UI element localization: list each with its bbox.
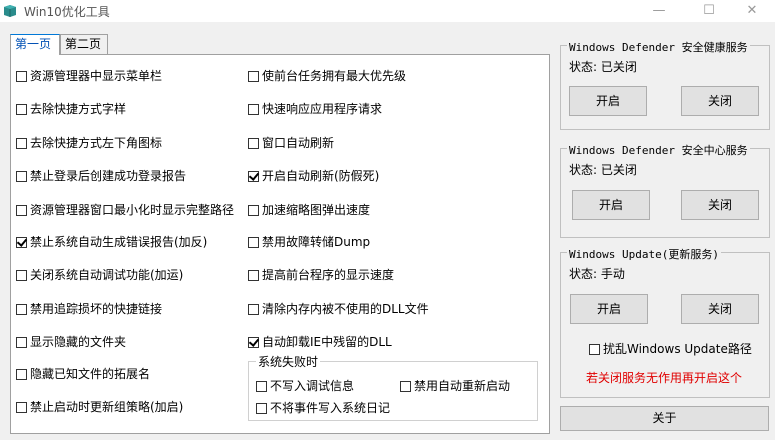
checkbox-box[interactable] [256, 381, 267, 392]
system-failure-group-title: 系统失败时 [256, 353, 321, 370]
minimize-button[interactable]: — [636, 0, 682, 22]
checkbox-box[interactable] [16, 369, 27, 380]
app-icon [4, 5, 16, 17]
checkbox-label: 禁用故障转储Dump [262, 235, 371, 249]
checkbox-disable-dump[interactable]: 禁用故障转储Dump [248, 234, 370, 250]
checkbox-disable-login-report[interactable]: 禁止登录后创建成功登录报告 [16, 168, 186, 184]
checkbox-label: 清除内存内被不使用的DLL文件 [262, 302, 429, 316]
tab-page-1[interactable]: 第一页 [10, 34, 60, 55]
service-title: Windows Defender 安全中心服务 [567, 142, 750, 158]
checkbox-unload-ie-dll[interactable]: 自动卸载IE中残留的DLL [248, 334, 392, 350]
checkbox-label: 扰乱Windows Update路径 [603, 342, 752, 356]
checkbox-box[interactable] [16, 138, 27, 149]
checkbox-box[interactable] [248, 237, 259, 248]
checkbox-label: 禁用追踪损坏的快捷链接 [30, 302, 163, 316]
checkbox-full-path-minimized[interactable]: 资源管理器窗口最小化时显示完整路径 [16, 202, 234, 218]
checkbox-label: 禁止启动时更新组策略(加启) [30, 400, 184, 414]
checkbox-show-menubar[interactable]: 资源管理器中显示菜单栏 [16, 68, 162, 84]
checkbox-box[interactable] [16, 71, 27, 82]
defender-center-service-group: Windows Defender 安全中心服务 状态: 已关闭 开启 关闭 [560, 142, 770, 238]
checkbox-auto-refresh-anti-freeze[interactable]: 开启自动刷新(防假死) [248, 168, 379, 184]
checkbox-disable-error-report[interactable]: 禁止系统自动生成错误报告(加反) [16, 234, 207, 250]
checkbox-label: 资源管理器窗口最小化时显示完整路径 [30, 203, 235, 217]
checkbox-box[interactable] [16, 171, 27, 182]
checkbox-thumbnail-speed[interactable]: 加速缩略图弹出速度 [248, 202, 370, 218]
checkbox-foreground-priority[interactable]: 使前台任务拥有最大优先级 [248, 68, 406, 84]
window-title: Win10优化工具 [24, 5, 110, 19]
checkbox-label: 使前台任务拥有最大优先级 [262, 69, 407, 83]
defender-health-service-group: Windows Defender 安全健康服务 状态: 已关闭 开启 关闭 [560, 39, 770, 130]
checkbox-label: 去除快捷方式左下角图标 [30, 136, 163, 150]
checkbox-box[interactable] [16, 270, 27, 281]
checkbox-disable-gpupdate[interactable]: 禁止启动时更新组策略(加启) [16, 399, 183, 415]
checkbox-clear-unused-dll[interactable]: 清除内存内被不使用的DLL文件 [248, 301, 429, 317]
checkbox-label: 自动卸载IE中残留的DLL [262, 335, 392, 349]
checkbox-label: 禁止系统自动生成错误报告(加反) [30, 235, 208, 249]
checkbox-box[interactable] [248, 337, 259, 348]
checkbox-box[interactable] [16, 337, 27, 348]
about-button[interactable]: 关于 [560, 406, 769, 431]
checkbox-box[interactable] [248, 205, 259, 216]
title-bar: Win10优化工具 — ☐ ✕ [0, 0, 775, 22]
windows-update-stop-button[interactable]: 关闭 [681, 294, 759, 324]
checkbox-disable-auto-debug[interactable]: 关闭系统自动调试功能(加运) [16, 267, 183, 283]
defender-health-start-button[interactable]: 开启 [569, 86, 647, 116]
checkbox-box[interactable] [248, 304, 259, 315]
checkbox-box[interactable] [16, 237, 27, 248]
checkbox-show-hidden-folders[interactable]: 显示隐藏的文件夹 [16, 334, 126, 350]
checkbox-box[interactable] [248, 71, 259, 82]
checkbox-label: 开启自动刷新(防假死) [262, 169, 380, 183]
service-status: 状态: 手动 [569, 267, 625, 281]
checkbox-no-debug-info[interactable]: 不写入调试信息 [256, 378, 354, 394]
checkbox-box[interactable] [248, 104, 259, 115]
checkbox-remove-shortcut-text[interactable]: 去除快捷方式字样 [16, 101, 126, 117]
checkbox-scramble-update-path[interactable]: 扰乱Windows Update路径 [589, 341, 752, 357]
checkbox-label: 禁止登录后创建成功登录报告 [30, 169, 187, 183]
checkbox-box[interactable] [248, 138, 259, 149]
checkbox-label: 去除快捷方式字样 [30, 102, 127, 116]
checkbox-disable-link-tracking[interactable]: 禁用追踪损坏的快捷链接 [16, 301, 162, 317]
checkbox-box[interactable] [256, 403, 267, 414]
checkbox-window-auto-refresh[interactable]: 窗口自动刷新 [248, 135, 334, 151]
service-title: Windows Update(更新服务) [567, 246, 721, 262]
checkbox-box[interactable] [400, 381, 411, 392]
checkbox-foreground-display-speed[interactable]: 提高前台程序的显示速度 [248, 267, 394, 283]
service-status: 状态: 已关闭 [569, 60, 637, 74]
service-status: 状态: 已关闭 [569, 163, 637, 177]
checkbox-box[interactable] [16, 205, 27, 216]
checkbox-label: 快速响应应用程序请求 [262, 102, 383, 116]
checkbox-label: 加速缩略图弹出速度 [262, 203, 371, 217]
checkbox-hide-extensions[interactable]: 隐藏已知文件的拓展名 [16, 366, 150, 382]
checkbox-box[interactable] [248, 171, 259, 182]
checkbox-label: 资源管理器中显示菜单栏 [30, 69, 163, 83]
checkbox-label: 提高前台程序的显示速度 [262, 268, 395, 282]
service-title: Windows Defender 安全健康服务 [567, 39, 750, 55]
close-button[interactable]: ✕ [729, 0, 775, 22]
checkbox-box[interactable] [16, 402, 27, 413]
checkbox-label: 不写入调试信息 [270, 379, 355, 393]
defender-health-stop-button[interactable]: 关闭 [681, 86, 759, 116]
defender-center-start-button[interactable]: 开启 [572, 190, 650, 220]
checkbox-no-event-log[interactable]: 不将事件写入系统日记 [256, 400, 390, 416]
checkbox-label: 禁用自动重新启动 [414, 379, 511, 393]
checkbox-label: 隐藏已知文件的拓展名 [30, 367, 151, 381]
windows-update-start-button[interactable]: 开启 [570, 294, 648, 324]
warning-text: 若关闭服务无作用再开启这个 [586, 371, 743, 385]
checkbox-fast-response[interactable]: 快速响应应用程序请求 [248, 101, 382, 117]
checkbox-box[interactable] [589, 344, 600, 355]
checkbox-label: 窗口自动刷新 [262, 136, 335, 150]
maximize-button[interactable]: ☐ [686, 0, 732, 22]
defender-center-stop-button[interactable]: 关闭 [681, 190, 759, 220]
checkbox-label: 不将事件写入系统日记 [270, 401, 391, 415]
checkbox-box[interactable] [16, 304, 27, 315]
checkbox-label: 显示隐藏的文件夹 [30, 335, 127, 349]
checkbox-remove-shortcut-arrow[interactable]: 去除快捷方式左下角图标 [16, 135, 162, 151]
checkbox-disable-auto-restart[interactable]: 禁用自动重新启动 [400, 378, 510, 394]
checkbox-label: 关闭系统自动调试功能(加运) [30, 268, 184, 282]
checkbox-box[interactable] [248, 270, 259, 281]
tab-page-2[interactable]: 第二页 [60, 34, 108, 54]
checkbox-box[interactable] [16, 104, 27, 115]
